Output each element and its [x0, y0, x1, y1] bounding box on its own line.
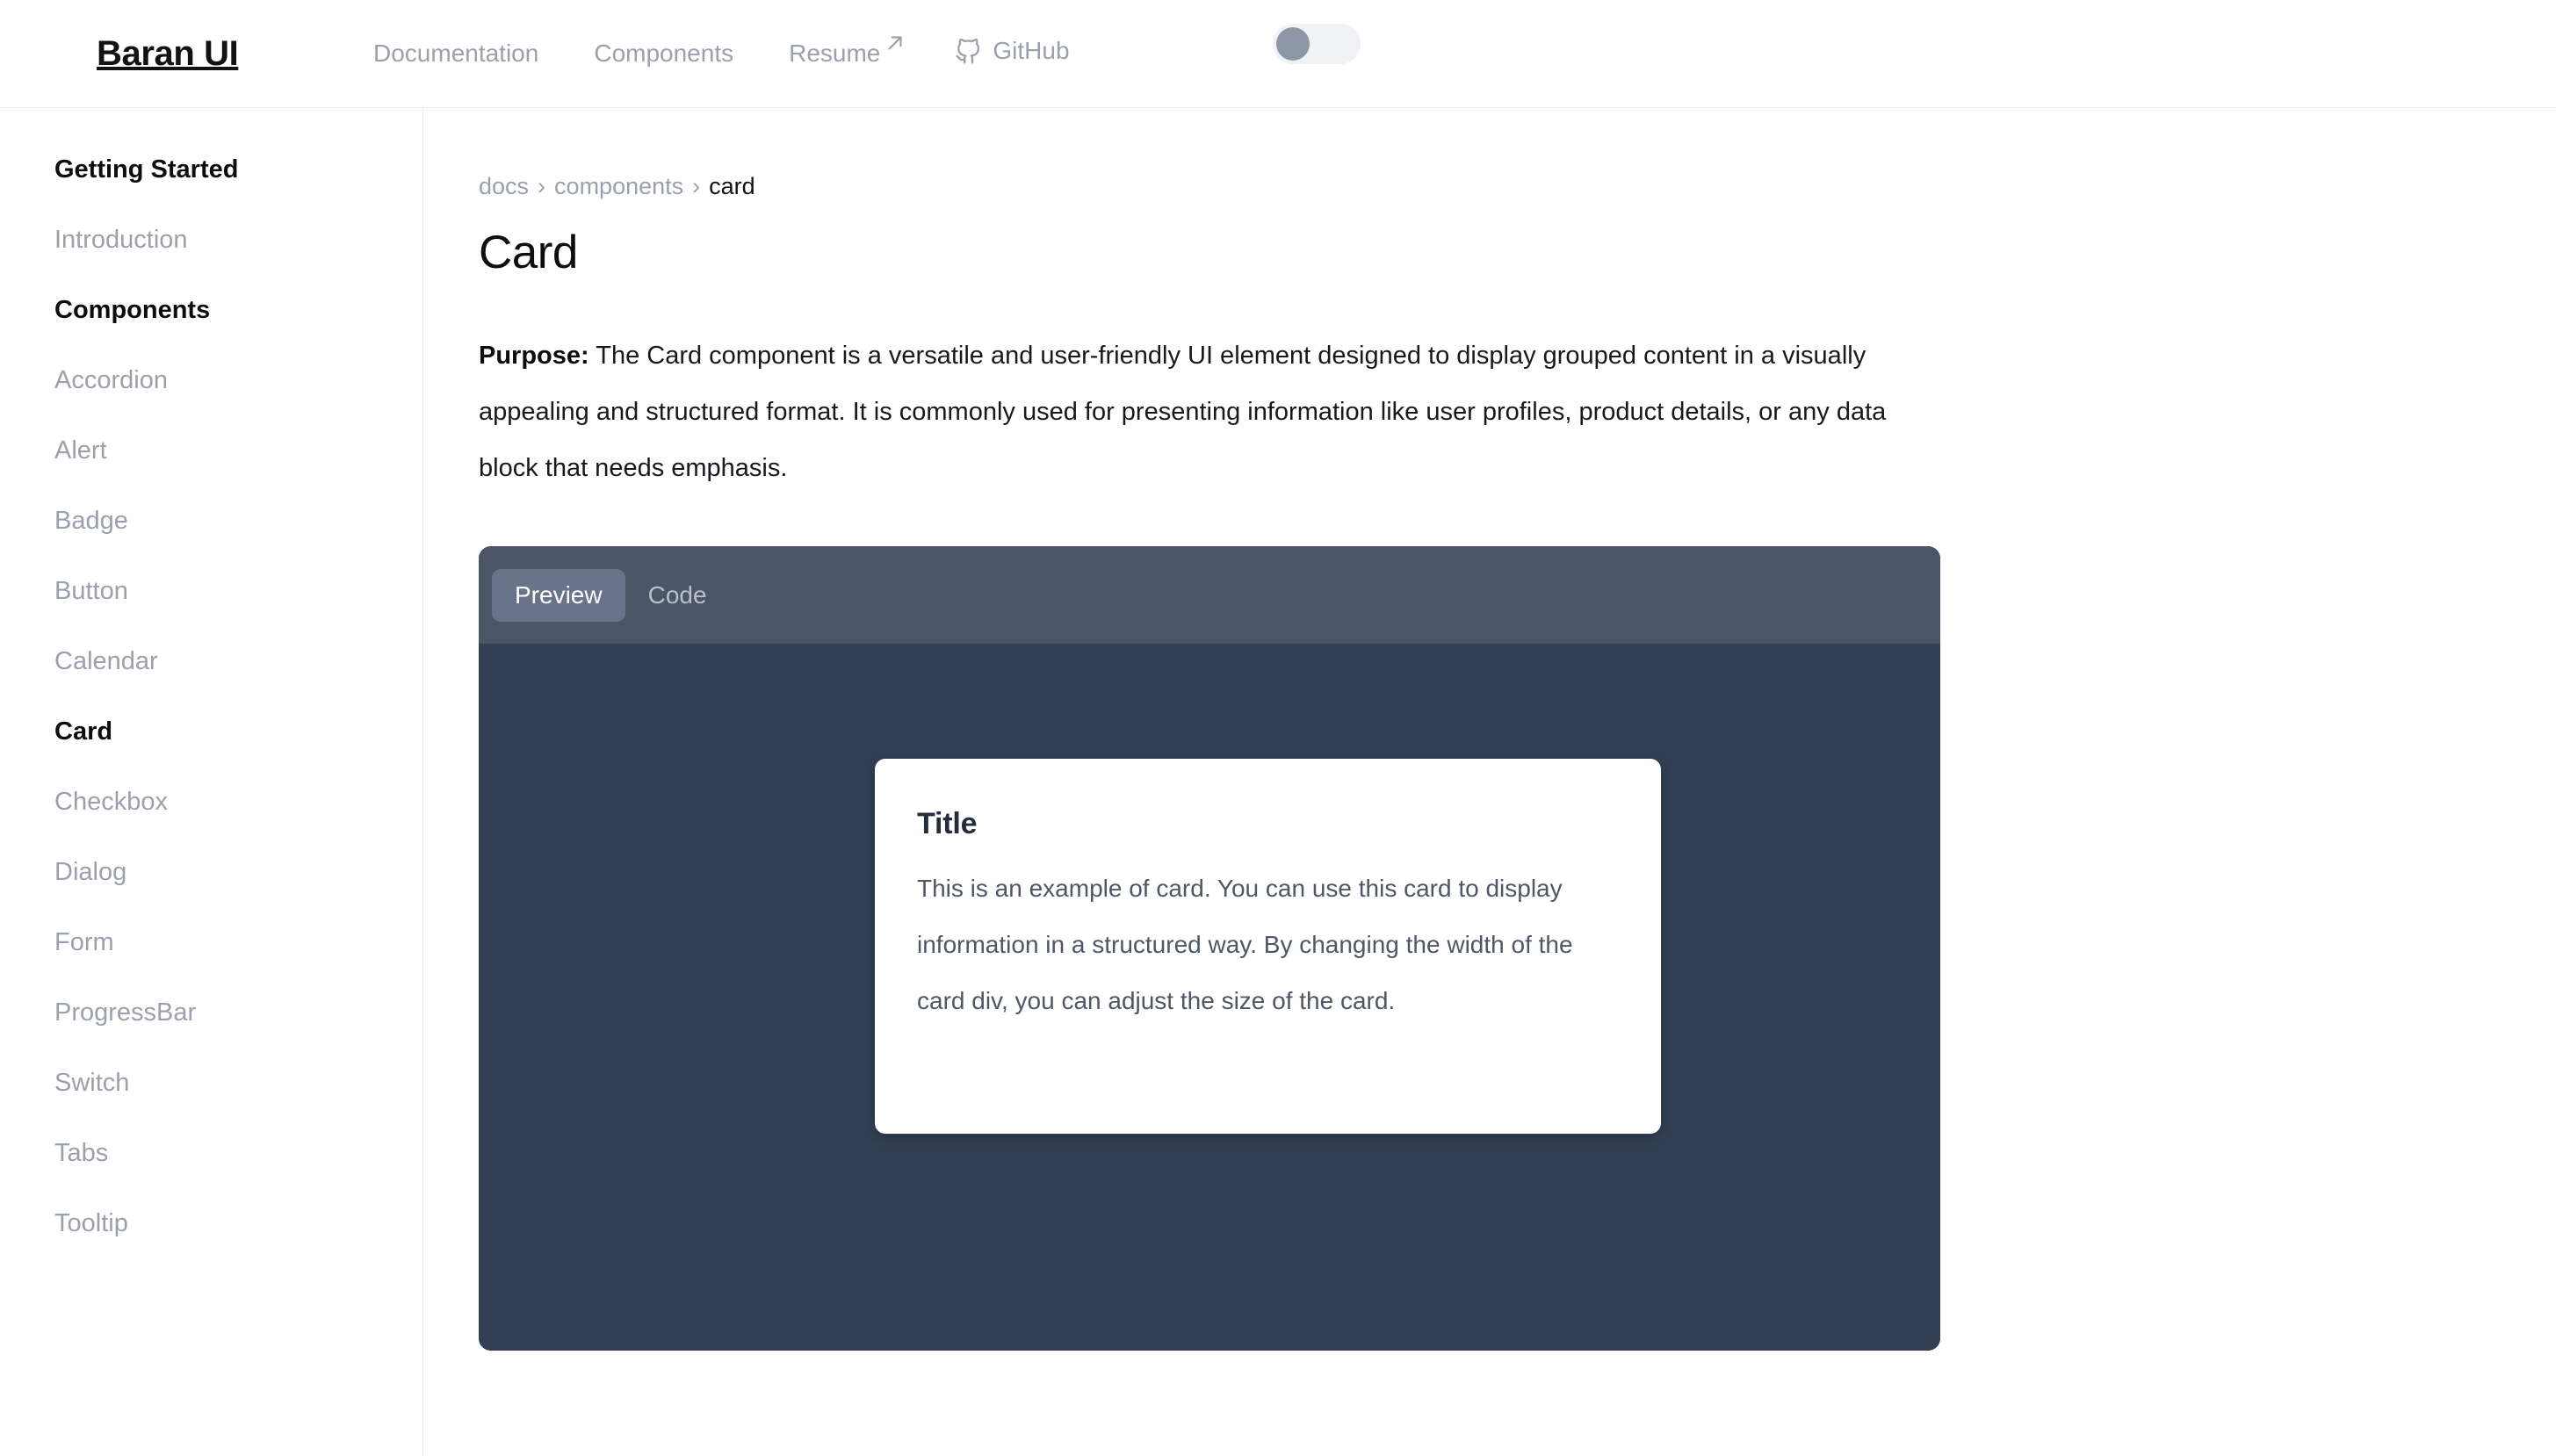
purpose-text: The Card component is a versatile and us… [479, 342, 1887, 482]
sidebar-item-checkbox[interactable]: Checkbox [0, 767, 422, 837]
demo-tab-bar: Preview Code [479, 546, 1940, 644]
breadcrumb-item-card: card [709, 172, 755, 199]
brand-logo[interactable]: Baran UI [97, 34, 239, 74]
primary-nav: Documentation Components Resume GitHub [373, 36, 1070, 71]
demo-preview-area: Title This is an example of card. You ca… [479, 644, 1940, 1351]
example-card-title: Title [917, 807, 978, 840]
nav-label-documentation: Documentation [373, 40, 539, 67]
main-content: docs › components › card Card Purpose: T… [424, 108, 2556, 1456]
page-title: Card [479, 227, 578, 278]
theme-toggle-knob [1276, 27, 1310, 61]
sidebar-item-introduction[interactable]: Introduction [0, 205, 422, 275]
nav-label-github: GitHub [993, 36, 1070, 64]
example-card-text: This is an example of card. You can use … [917, 875, 1573, 1014]
external-link-icon [884, 32, 906, 61]
sidebar-item-accordion[interactable]: Accordion [0, 345, 422, 415]
sidebar-item-tabs[interactable]: Tabs [0, 1118, 422, 1188]
sidebar-item-getting-started[interactable]: Getting Started [0, 134, 422, 205]
sidebar-item-switch[interactable]: Switch [0, 1048, 422, 1118]
breadcrumb-separator-icon: › [692, 172, 701, 199]
nav-link-resume[interactable]: Resume [789, 36, 906, 68]
github-icon [955, 38, 981, 71]
sidebar-item-alert[interactable]: Alert [0, 415, 422, 486]
top-header: Baran UI Documentation Components Resume [0, 0, 2556, 108]
breadcrumb-separator-icon: › [538, 172, 546, 199]
nav-label-components: Components [594, 40, 734, 67]
nav-link-components[interactable]: Components [594, 40, 733, 68]
breadcrumb-item-docs[interactable]: docs [479, 173, 529, 200]
sidebar-item-form[interactable]: Form [0, 907, 422, 977]
sidebar-item-dialog[interactable]: Dialog [0, 837, 422, 907]
tab-preview[interactable]: Preview [492, 568, 625, 622]
example-card: Title This is an example of card. You ca… [875, 759, 1661, 1134]
purpose-label: Purpose: [479, 342, 589, 370]
sidebar-item-badge[interactable]: Badge [0, 486, 422, 556]
tab-code[interactable]: Code [625, 569, 730, 622]
sidebar-item-button[interactable]: Button [0, 556, 422, 626]
sidebar-item-progressbar[interactable]: ProgressBar [0, 977, 422, 1048]
sidebar-nav: Getting Started Introduction Components … [0, 108, 423, 1456]
breadcrumb: docs › components › card [479, 171, 2556, 201]
nav-link-github[interactable]: GitHub [955, 36, 1070, 71]
theme-toggle[interactable] [1273, 24, 1361, 64]
nav-label-resume: Resume [789, 40, 881, 67]
breadcrumb-item-components[interactable]: components [554, 173, 683, 200]
nav-link-documentation[interactable]: Documentation [373, 40, 538, 68]
sidebar-item-tooltip[interactable]: Tooltip [0, 1188, 422, 1258]
sidebar-item-card[interactable]: Card [0, 696, 422, 767]
component-demo-panel: Preview Code Title This is an example of… [479, 546, 1940, 1351]
sidebar-item-calendar[interactable]: Calendar [0, 626, 422, 696]
sidebar-item-components[interactable]: Components [0, 275, 422, 345]
purpose-paragraph: Purpose: The Card component is a versati… [479, 328, 1919, 496]
